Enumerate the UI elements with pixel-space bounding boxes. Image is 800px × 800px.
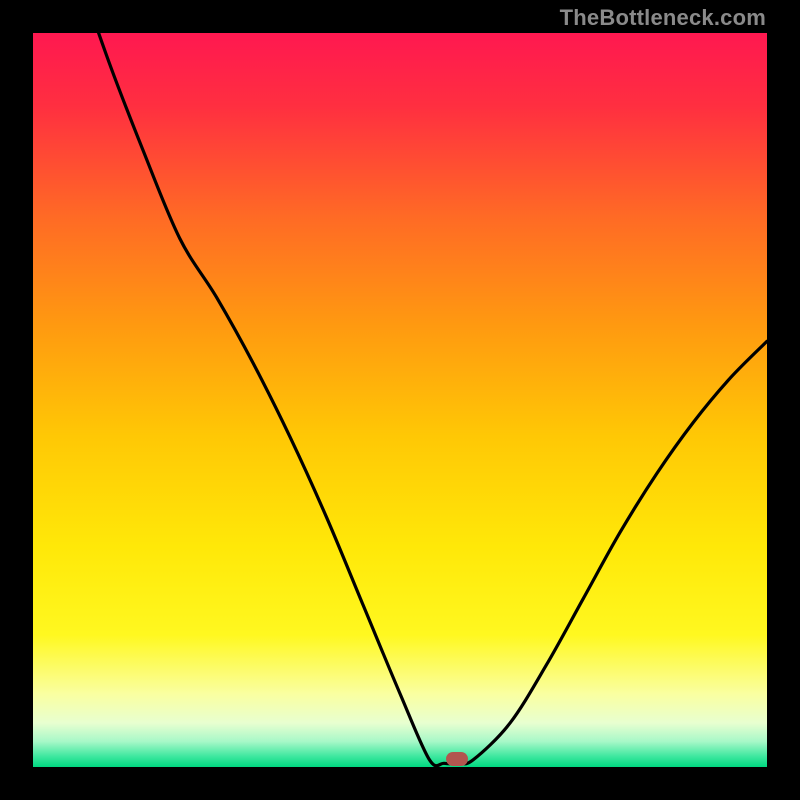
chart-frame: TheBottleneck.com bbox=[0, 0, 800, 800]
bottleneck-curve bbox=[33, 33, 767, 767]
plot-area bbox=[33, 33, 767, 767]
watermark-text: TheBottleneck.com bbox=[560, 5, 766, 31]
minimum-marker bbox=[446, 752, 468, 766]
